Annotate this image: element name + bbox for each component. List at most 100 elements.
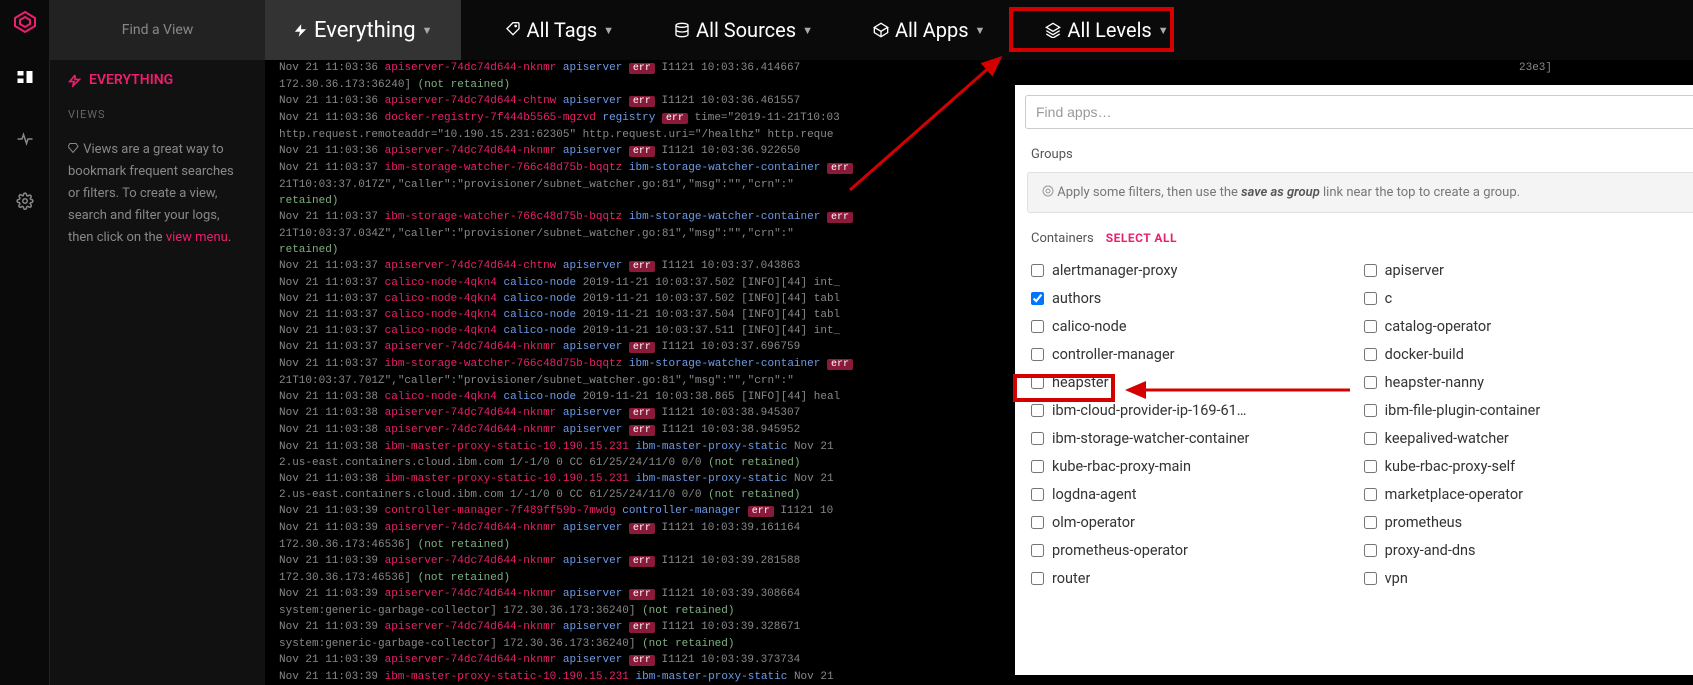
app-checkbox[interactable] <box>1031 348 1044 361</box>
caret-down-icon: ▼ <box>975 24 986 37</box>
apps-search-input[interactable] <box>1025 95 1693 129</box>
app-item-ibm-cloud-provider-ip-169-61-[interactable]: ibm-cloud-provider-ip-169-61… <box>1031 402 1354 419</box>
app-item-vpn[interactable]: vpn <box>1364 570 1687 587</box>
app-checkbox[interactable] <box>1031 292 1044 305</box>
logo-icon[interactable] <box>13 10 37 38</box>
app-label: kube-rbac-proxy-main <box>1052 458 1191 475</box>
app-checkbox[interactable] <box>1031 404 1044 417</box>
app-label: c <box>1385 290 1393 307</box>
app-label: olm-operator <box>1052 514 1135 531</box>
app-item-ibm-storage-watcher-container[interactable]: ibm-storage-watcher-container <box>1031 430 1354 447</box>
filter-everything[interactable]: Everything ▼ <box>265 0 461 60</box>
bolt-icon <box>293 23 308 38</box>
app-item-c[interactable]: c <box>1364 290 1687 307</box>
app-label: authors <box>1052 290 1101 307</box>
tag-icon <box>505 22 521 38</box>
app-checkbox[interactable] <box>1031 432 1044 445</box>
app-item-marketplace-operator[interactable]: marketplace-operator <box>1364 486 1687 503</box>
containers-heading: Containers <box>1031 231 1094 246</box>
app-checkbox[interactable] <box>1364 460 1377 473</box>
app-label: prometheus-operator <box>1052 542 1188 559</box>
app-checkbox[interactable] <box>1031 264 1044 277</box>
app-label: heapster <box>1052 374 1109 391</box>
nav-rail <box>0 0 50 685</box>
app-checkbox[interactable] <box>1364 376 1377 389</box>
app-checkbox[interactable] <box>1364 572 1377 585</box>
app-item-olm-operator[interactable]: olm-operator <box>1031 514 1354 531</box>
app-item-logdna-agent[interactable]: logdna-agent <box>1031 486 1354 503</box>
app-checkbox[interactable] <box>1364 432 1377 445</box>
groups-help-banner: Apply some filters, then use the save as… <box>1027 172 1693 213</box>
app-label: alertmanager-proxy <box>1052 262 1177 279</box>
app-label: ibm-cloud-provider-ip-169-61… <box>1052 402 1247 419</box>
app-item-prometheus-operator[interactable]: prometheus-operator <box>1031 542 1354 559</box>
app-label: controller-manager <box>1052 346 1175 363</box>
app-item-prometheus[interactable]: prometheus <box>1364 514 1687 531</box>
app-item-catalog-operator[interactable]: catalog-operator <box>1364 318 1687 335</box>
database-icon <box>674 22 690 38</box>
select-all-link[interactable]: SELECT ALL <box>1106 231 1177 245</box>
log-line: Nov 21 11:03:36 apiserver-74dc74d644-nkn… <box>279 60 1693 77</box>
app-checkbox[interactable] <box>1364 516 1377 529</box>
find-view-input[interactable]: Find a View <box>50 0 265 60</box>
app-item-docker-build[interactable]: docker-build <box>1364 346 1687 363</box>
app-item-alertmanager-proxy[interactable]: alertmanager-proxy <box>1031 262 1354 279</box>
apps-dropdown: Groups Apply some filters, then use the … <box>1015 85 1693 675</box>
app-item-router[interactable]: router <box>1031 570 1354 587</box>
app-item-authors[interactable]: authors <box>1031 290 1354 307</box>
app-checkbox[interactable] <box>1364 292 1377 305</box>
app-label: keepalived-watcher <box>1385 430 1509 447</box>
filter-sources[interactable]: All Sources ▼ <box>658 0 829 60</box>
app-label: router <box>1052 570 1090 587</box>
view-menu-link[interactable]: view menu <box>166 230 228 245</box>
app-item-kube-rbac-proxy-self[interactable]: kube-rbac-proxy-self <box>1364 458 1687 475</box>
app-item-ibm-file-plugin-container[interactable]: ibm-file-plugin-container <box>1364 402 1687 419</box>
app-checkbox[interactable] <box>1031 488 1044 501</box>
app-item-proxy-and-dns[interactable]: proxy-and-dns <box>1364 542 1687 559</box>
app-label: ibm-file-plugin-container <box>1385 402 1541 419</box>
settings-icon[interactable] <box>6 182 44 224</box>
app-item-heapster-nanny[interactable]: heapster-nanny <box>1364 374 1687 391</box>
app-item-controller-manager[interactable]: controller-manager <box>1031 346 1354 363</box>
app-checkbox[interactable] <box>1031 320 1044 333</box>
app-checkbox[interactable] <box>1364 320 1377 333</box>
sidebar-panel: Find a View EVERYTHING VIEWS Views are a… <box>50 0 265 685</box>
filter-apps[interactable]: All Apps ▼ <box>857 0 1001 60</box>
app-label: logdna-agent <box>1052 486 1137 503</box>
views-icon[interactable] <box>6 58 44 100</box>
layers-icon <box>1045 22 1061 38</box>
app-checkbox[interactable] <box>1364 348 1377 361</box>
app-label: apiserver <box>1385 262 1444 279</box>
cube-icon <box>873 22 889 38</box>
app-label: vpn <box>1385 570 1408 587</box>
groups-heading: Groups <box>1015 139 1693 172</box>
app-checkbox[interactable] <box>1031 516 1044 529</box>
app-checkbox[interactable] <box>1031 460 1044 473</box>
everything-view[interactable]: EVERYTHING <box>50 60 265 100</box>
activity-icon[interactable] <box>6 120 44 162</box>
app-checkbox[interactable] <box>1031 544 1044 557</box>
app-item-calico-node[interactable]: calico-node <box>1031 318 1354 335</box>
app-item-heapster[interactable]: heapster <box>1031 374 1354 391</box>
app-checkbox[interactable] <box>1364 544 1377 557</box>
app-label: docker-build <box>1385 346 1464 363</box>
filter-bar: Everything ▼ All Tags ▼ All Sources ▼ Al… <box>265 0 1693 60</box>
app-label: prometheus <box>1385 514 1462 531</box>
everything-label: EVERYTHING <box>89 72 173 88</box>
app-checkbox[interactable] <box>1364 404 1377 417</box>
app-item-kube-rbac-proxy-main[interactable]: kube-rbac-proxy-main <box>1031 458 1354 475</box>
app-label: kube-rbac-proxy-self <box>1385 458 1516 475</box>
app-item-apiserver[interactable]: apiserver <box>1364 262 1687 279</box>
app-checkbox[interactable] <box>1031 572 1044 585</box>
app-label: heapster-nanny <box>1385 374 1484 391</box>
app-checkbox[interactable] <box>1031 376 1044 389</box>
filter-levels[interactable]: All Levels ▼ <box>1029 0 1184 60</box>
app-item-keepalived-watcher[interactable]: keepalived-watcher <box>1364 430 1687 447</box>
app-checkbox[interactable] <box>1364 264 1377 277</box>
filter-tags[interactable]: All Tags ▼ <box>489 0 631 60</box>
caret-down-icon: ▼ <box>802 24 813 37</box>
views-help: Views are a great way to bookmark freque… <box>50 129 265 267</box>
caret-down-icon: ▼ <box>422 24 433 37</box>
app-label: marketplace-operator <box>1385 486 1523 503</box>
app-checkbox[interactable] <box>1364 488 1377 501</box>
